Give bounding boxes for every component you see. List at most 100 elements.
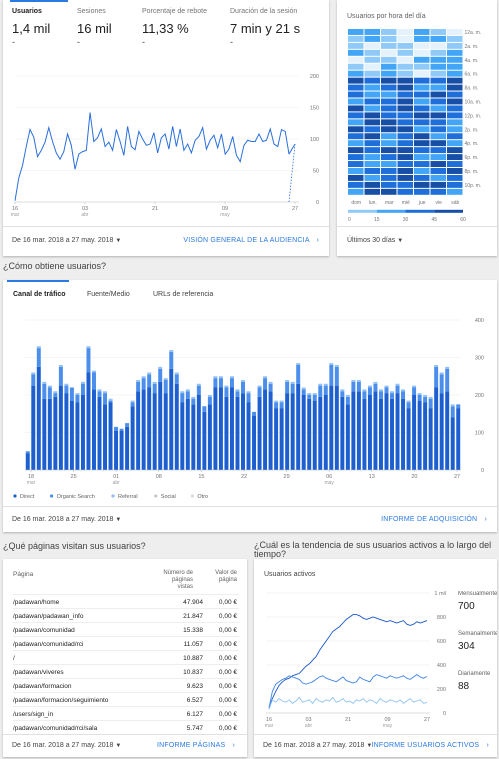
legend-label: Otro bbox=[197, 494, 208, 500]
bar-segment-direct bbox=[119, 430, 124, 470]
heatmap-cell bbox=[381, 112, 397, 119]
bar-segment-organic-search bbox=[69, 387, 74, 401]
bar-segment-organic-search bbox=[163, 380, 168, 394]
metric-session-duration-value: 7 min y 21 s bbox=[230, 21, 301, 36]
bar-segment-organic-search bbox=[412, 387, 417, 395]
table-row[interactable]: /padawan/comunidad/rci/sala 5.747 0,00 € bbox=[13, 720, 239, 734]
bar-segment-referral bbox=[445, 366, 450, 369]
bar-segment-direct bbox=[114, 430, 119, 470]
bar-segment-direct bbox=[450, 417, 455, 470]
heatmap-cell bbox=[364, 133, 380, 140]
heatmap-cell bbox=[430, 35, 446, 42]
bar-segment-organic-search bbox=[229, 378, 234, 388]
audience-overview-link[interactable]: VISIÓN GENERAL DE LA AUDIENCIA › bbox=[183, 237, 319, 244]
heatmap-scale-segment bbox=[434, 209, 463, 213]
heatmap-period-selector[interactable]: Últimos 30 días ▼ bbox=[347, 237, 403, 244]
bar-segment-direct bbox=[367, 395, 372, 470]
table-row[interactable]: /padawan/formacion/seguimiento 6.527 0,00 … bbox=[13, 692, 239, 706]
bar-segment-referral bbox=[180, 391, 185, 394]
bar-segment-referral bbox=[257, 385, 262, 388]
bar-segment-referral bbox=[312, 393, 317, 395]
bar-segment-referral bbox=[207, 395, 212, 397]
heatmap-scale-label: 15 bbox=[374, 217, 380, 222]
bar-segment-referral bbox=[80, 381, 85, 384]
tab-referral-urls[interactable]: URLs de referencia bbox=[153, 291, 213, 298]
heatmap-cell bbox=[381, 56, 397, 63]
metric-users[interactable]: Usuarios 1,4 mil - bbox=[12, 8, 50, 47]
heatmap-cell bbox=[348, 91, 364, 98]
table-row[interactable]: /padawan/viveres 10.837 0,00 € bbox=[13, 664, 239, 678]
bar-segment-direct bbox=[147, 387, 152, 470]
users-by-hour-card: Usuarios por hora del día 12a. m. 2a. m. 4… bbox=[337, 0, 497, 256]
y-tick-label: 400 bbox=[475, 318, 484, 324]
heatmap-hour-label: 4a. m. bbox=[465, 58, 479, 64]
table-row[interactable]: /padawan/comunidad/rci 11.057 0,00 € bbox=[13, 636, 239, 650]
heatmap-cell bbox=[397, 29, 413, 35]
active-date-range-selector[interactable]: De 16 mar. 2018 a 27 may. 2018 ▼ bbox=[263, 742, 372, 749]
bar-segment-referral bbox=[218, 376, 223, 379]
chevron-right-icon: › bbox=[484, 516, 487, 523]
bar-segment-direct bbox=[25, 453, 30, 470]
bar-segment-organic-search bbox=[114, 426, 119, 431]
page-views: 47.904 bbox=[183, 599, 203, 606]
bar-segment-referral bbox=[356, 380, 361, 382]
bar-segment-organic-search bbox=[75, 395, 80, 403]
heatmap-cell bbox=[397, 181, 413, 188]
heatmap-cell bbox=[447, 154, 463, 161]
metric-sessions[interactable]: Sesiones 16 mil - bbox=[77, 8, 112, 47]
card-divider bbox=[3, 506, 497, 507]
heatmap-hour-label: 10a. m. bbox=[465, 100, 482, 106]
card-divider bbox=[3, 226, 329, 227]
page-views: 10.837 bbox=[183, 669, 203, 676]
heatmap-cell bbox=[397, 105, 413, 112]
date-range-selector[interactable]: De 16 mar. 2018 a 27 may. 2018 ▼ bbox=[12, 237, 121, 244]
bar-segment-direct bbox=[174, 383, 179, 470]
heatmap-cell bbox=[414, 77, 430, 84]
table-row[interactable]: /padawan/comunidad 15.338 0,00 € bbox=[13, 622, 239, 636]
table-row[interactable]: /padawan/padawan_info 21.847 0,00 € bbox=[13, 608, 239, 622]
heatmap-cell bbox=[348, 35, 364, 42]
bar-segment-referral bbox=[235, 389, 240, 392]
bar-segment-organic-search bbox=[92, 372, 96, 390]
acquisition-report-link[interactable]: INFORME DE ADQUISICIÓN › bbox=[381, 516, 487, 523]
table-row[interactable]: /users/sign_in 6.127 0,00 € bbox=[13, 706, 239, 720]
legend-label: Direct bbox=[20, 494, 35, 500]
page-value: 0,00 € bbox=[218, 599, 237, 606]
active-users-report-link[interactable]: INFORME USUARIOS ACTIVOS › bbox=[371, 742, 489, 749]
table-row[interactable]: /padawan/home 47.904 0,00 € bbox=[13, 594, 239, 608]
bar-segment-organic-search bbox=[180, 393, 185, 403]
pages-report-link[interactable]: INFORME PÁGINAS › bbox=[157, 742, 235, 749]
metric-bounce-rate[interactable]: Porcentaje de rebote 11,33 % - bbox=[142, 8, 207, 47]
heatmap-hour-label: 4p. m. bbox=[465, 141, 479, 147]
bar-segment-referral bbox=[285, 380, 290, 382]
selected-metric-underline bbox=[10, 0, 68, 2]
bar-segment-organic-search bbox=[86, 348, 91, 373]
date-range-label: De 16 mar. 2018 a 27 may. 2018 bbox=[12, 237, 114, 244]
active-users-line-chart: 1 mil800600400200016mar03abr21 09may27 bbox=[265, 591, 446, 729]
table-row[interactable]: / 10.887 0,00 € bbox=[13, 650, 239, 664]
bar-segment-organic-search bbox=[158, 368, 163, 382]
heatmap-cell bbox=[447, 29, 463, 35]
x-tick-day: 22 bbox=[241, 474, 247, 480]
bar-segment-direct bbox=[80, 395, 85, 470]
tab-source-medium[interactable]: Fuente/Medio bbox=[87, 291, 130, 298]
bar-segment-organic-search bbox=[185, 391, 190, 399]
bar-segment-direct bbox=[263, 389, 268, 470]
caret-down-icon: ▼ bbox=[115, 238, 122, 244]
heatmap-cell bbox=[447, 56, 463, 63]
x-tick-day: 29 bbox=[284, 474, 290, 480]
bar-segment-direct bbox=[329, 385, 334, 470]
metric-session-duration-change: - bbox=[230, 37, 233, 47]
pages-date-range-selector[interactable]: De 16 mar. 2018 a 27 may. 2018 ▼ bbox=[12, 742, 121, 749]
bar-segment-direct bbox=[257, 396, 262, 470]
acquisition-date-range-selector[interactable]: De 16 mar. 2018 a 27 may. 2018 ▼ bbox=[12, 516, 121, 523]
table-row[interactable]: /padawan/formacion 9.623 0,00 € bbox=[13, 678, 239, 692]
metric-session-duration[interactable]: Duración de la sesión 7 min y 21 s - bbox=[230, 8, 300, 47]
active-users-card-title: Usuarios activos bbox=[264, 571, 316, 578]
tab-traffic-channel[interactable]: Canal de tráfico bbox=[13, 291, 66, 298]
heatmap-cell bbox=[414, 188, 430, 195]
heatmap-cell bbox=[364, 181, 380, 188]
bar-segment-referral bbox=[307, 393, 312, 395]
page-path: /padawan/formacion bbox=[13, 683, 72, 690]
bar-segment-referral bbox=[412, 385, 417, 388]
